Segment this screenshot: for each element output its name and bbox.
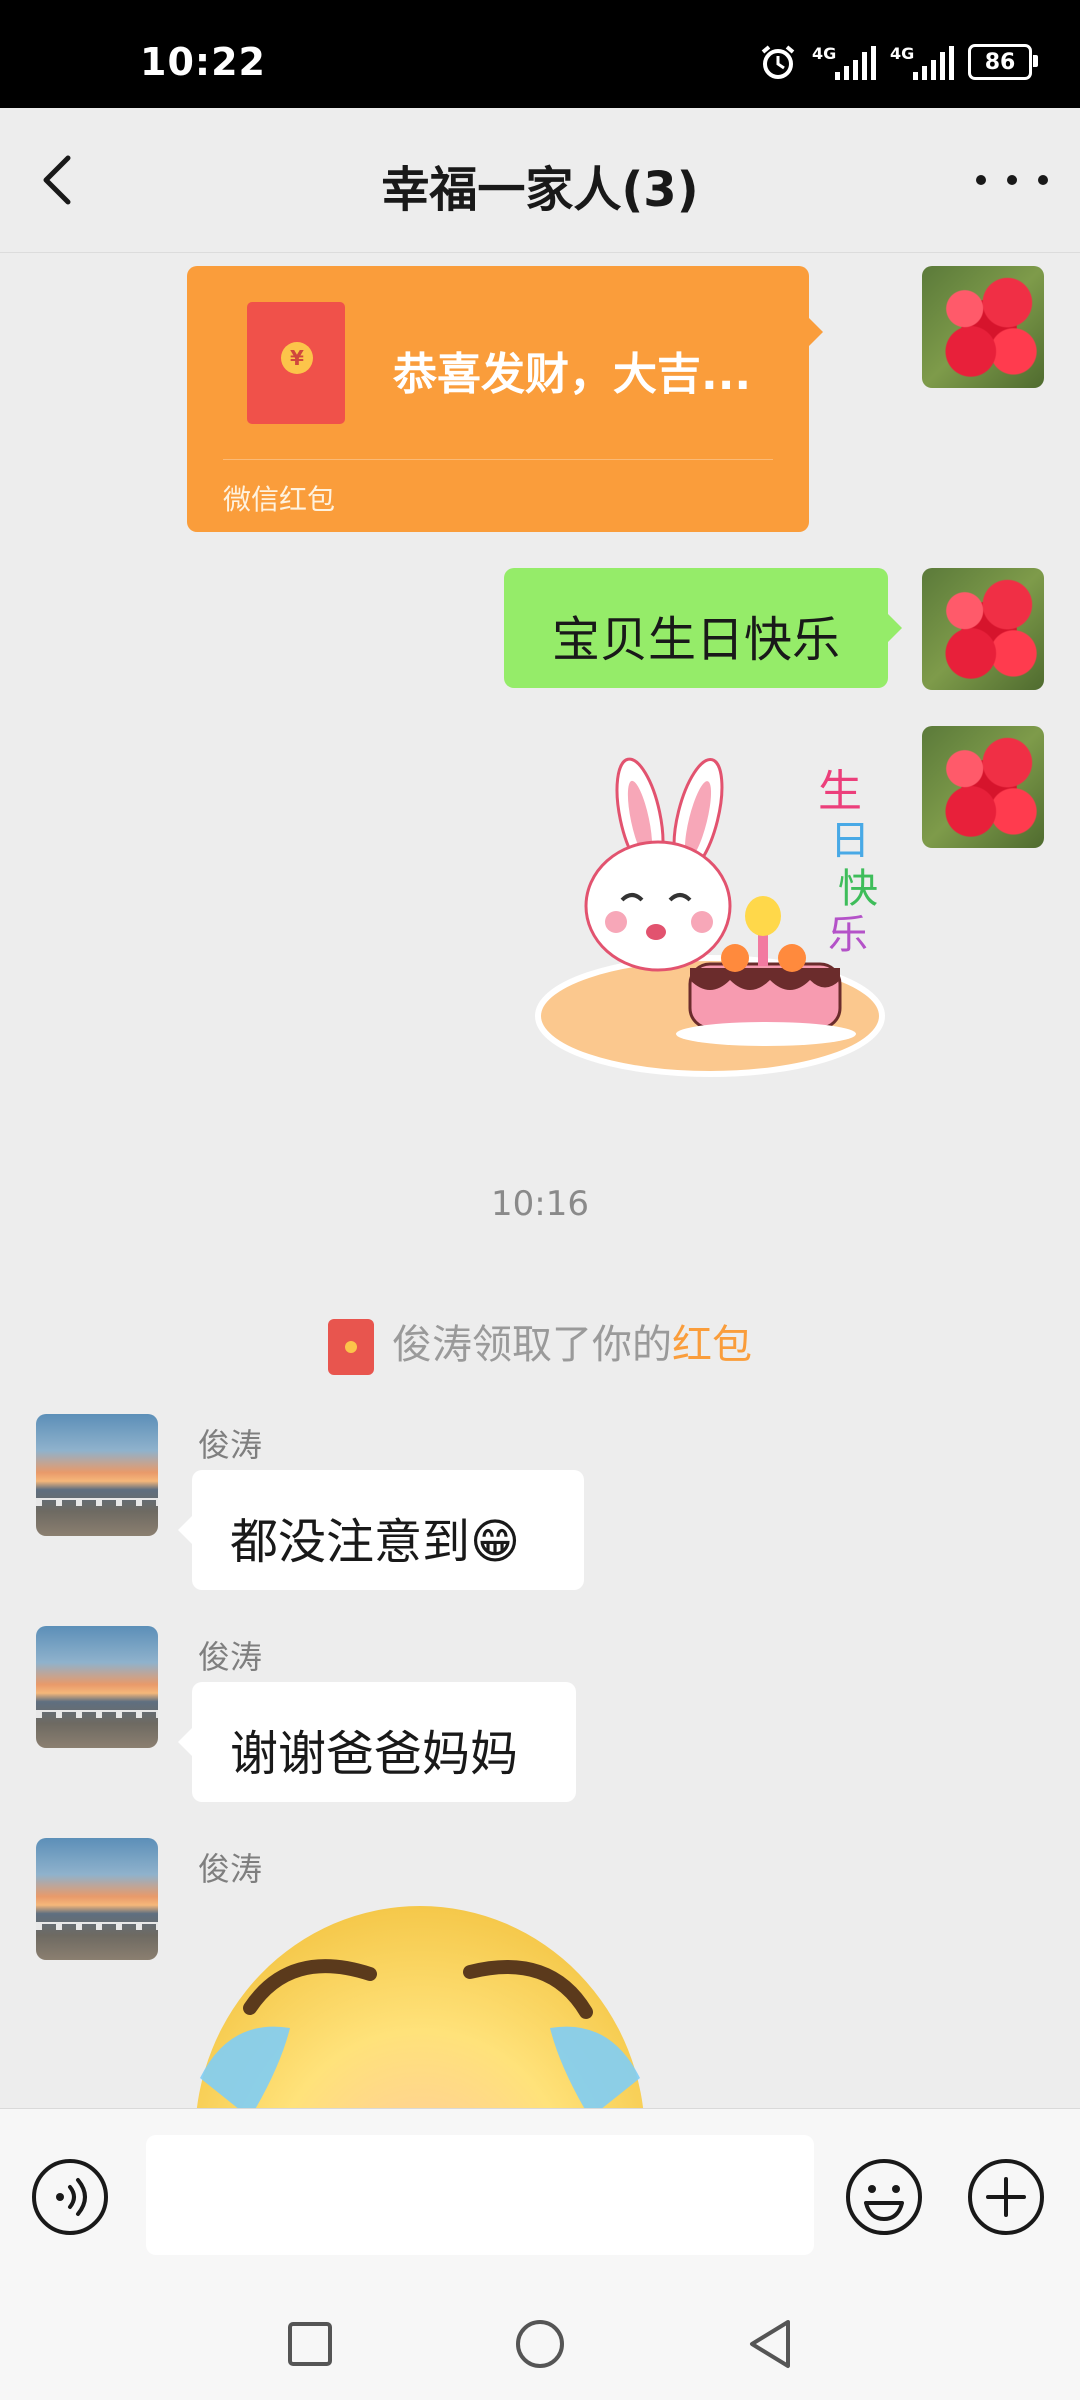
avatar[interactable] — [36, 1626, 158, 1748]
avatar[interactable] — [922, 568, 1044, 690]
network-type-label: 4G — [890, 44, 915, 63]
avatar[interactable] — [922, 726, 1044, 848]
alarm-icon — [761, 45, 795, 79]
chat-title: 幸福一家人(3) — [381, 162, 699, 218]
system-message-text: 俊涛领取了你的 — [392, 1322, 672, 1368]
red-envelope-icon: ¥ — [247, 302, 345, 424]
back-icon[interactable] — [742, 2316, 798, 2372]
signal-icon: 4G — [812, 44, 876, 80]
input-bar — [0, 2108, 1080, 2287]
red-packet-message[interactable]: ¥ 恭喜发财，大吉... 微信红包 — [187, 266, 823, 532]
svg-text:生: 生 — [818, 766, 862, 817]
network-type-label: 4G — [812, 44, 837, 63]
svg-text:乐: 乐 — [828, 912, 868, 958]
sender-name: 俊涛 — [198, 1638, 263, 1676]
divider — [223, 459, 773, 460]
red-packet-link[interactable]: 红包 — [672, 1322, 752, 1368]
system-nav-bar — [0, 2286, 1080, 2400]
red-packet-label: 微信红包 — [223, 483, 336, 516]
signal-icon: 4G — [890, 44, 954, 80]
battery-icon: 86 — [968, 44, 1038, 80]
message-text: 宝贝生日快乐 — [551, 612, 840, 668]
message-text: 都没注意到😁 — [230, 1514, 521, 1570]
sender-name: 俊涛 — [198, 1426, 263, 1464]
message-timestamp: 10:16 — [491, 1184, 589, 1224]
message-bubble-incoming[interactable]: 谢谢爸爸妈妈 — [178, 1682, 576, 1802]
sender-name: 俊涛 — [198, 1850, 263, 1888]
system-message: 俊涛领取了你的红包 — [0, 1312, 1080, 1375]
more-dots-icon[interactable] — [976, 160, 1048, 200]
plus-icon[interactable] — [966, 2157, 1046, 2237]
svg-text:日: 日 — [830, 818, 870, 864]
avatar[interactable] — [36, 1414, 158, 1536]
status-bar: 10:22 4G 4G 86 — [0, 0, 1080, 108]
svg-text:快: 快 — [838, 866, 878, 912]
status-icons: 4G 4G 86 — [758, 42, 1038, 82]
status-time: 10:22 — [140, 40, 266, 84]
red-packet-greeting: 恭喜发财，大吉... — [393, 349, 752, 400]
message-bubble-incoming[interactable]: 都没注意到😁 — [178, 1470, 584, 1590]
chat-header: 幸福一家人(3) — [0, 108, 1080, 253]
birthday-rabbit-sticker[interactable]: 生 日 快 乐 — [530, 736, 890, 1096]
message-input[interactable] — [146, 2135, 814, 2255]
avatar[interactable] — [922, 266, 1044, 388]
avatar[interactable] — [36, 1838, 158, 1960]
battery-level: 86 — [984, 49, 1016, 75]
message-bubble-outgoing[interactable]: 宝贝生日快乐 — [504, 568, 902, 688]
message-text: 谢谢爸爸妈妈 — [230, 1726, 519, 1782]
recent-apps-icon[interactable] — [282, 2316, 338, 2372]
emoji-icon[interactable] — [844, 2157, 924, 2237]
voice-icon[interactable] — [30, 2157, 110, 2237]
home-icon[interactable] — [512, 2316, 568, 2372]
red-envelope-icon — [328, 1319, 374, 1375]
crying-face-sticker[interactable] — [190, 1888, 650, 2108]
